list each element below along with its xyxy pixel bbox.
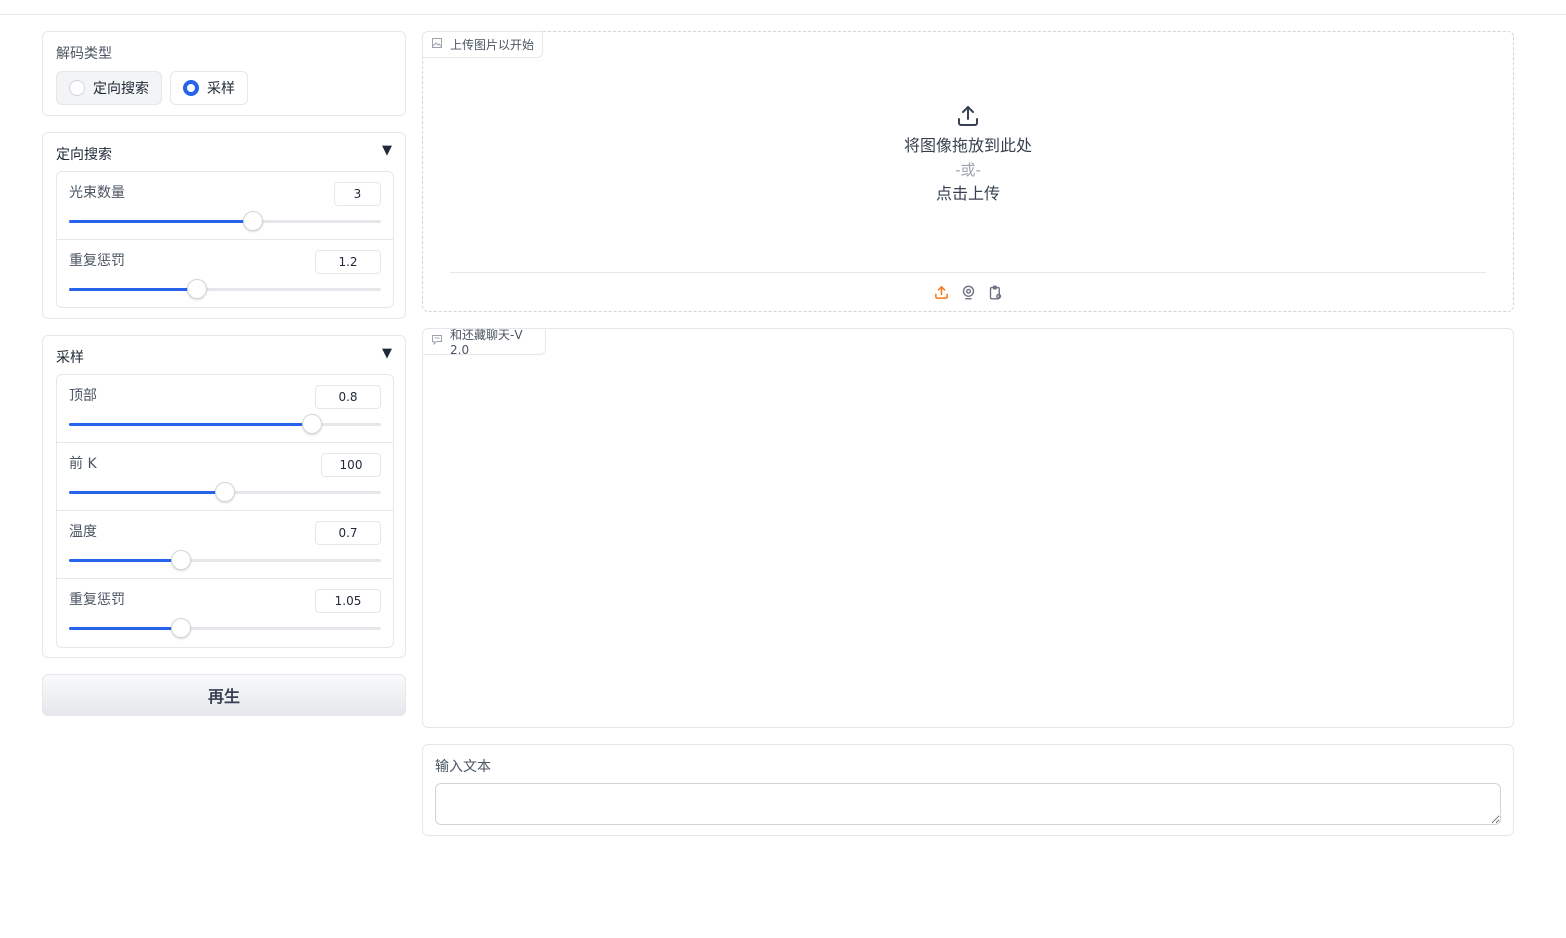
upload-source-icon[interactable] <box>933 284 950 301</box>
drop-image-text: 将图像拖放到此处 <box>903 136 1032 155</box>
slider-label: 重复惩罚 <box>69 592 125 608</box>
image-upload-area[interactable]: 上传图片以开始 将图像拖放到此处 -或- 点击上传 <box>422 31 1514 312</box>
number-input[interactable]: 1.05 <box>315 589 381 613</box>
radio-beam-search[interactable]: 定向搜索 <box>56 71 162 105</box>
beam-search-sliders: 光束数量 3 重复惩罚 1.2 <box>56 171 394 308</box>
radio-sampling[interactable]: 采样 <box>170 71 248 105</box>
slider-thumb[interactable] <box>186 279 207 299</box>
webcam-icon[interactable] <box>960 284 977 301</box>
radio-dot[interactable] <box>69 80 85 96</box>
slider-label: 前 K <box>69 456 97 472</box>
text-input-label: 输入文本 <box>435 759 491 775</box>
chatbot-label-text: 和还藏聊天-V 2.0 <box>450 328 523 357</box>
decoding-type-group: 解码类型 定向搜索 采样 <box>42 31 406 116</box>
slider-top-k: 前 K 100 <box>57 443 393 511</box>
sampling-accordion-title[interactable]: 采样 <box>56 347 84 367</box>
slider-thumb[interactable] <box>171 618 192 638</box>
decoding-type-label: 解码类型 <box>56 46 112 62</box>
sampling-sliders: 顶部 0.8 前 K 100 温度 0.7 重复惩罚 1.05 <box>56 374 394 648</box>
slider-fill <box>69 220 254 223</box>
slider-track[interactable] <box>69 618 381 638</box>
slider-top-p: 顶部 0.8 <box>57 375 393 443</box>
divider <box>450 272 1486 273</box>
slider-track[interactable] <box>69 279 381 299</box>
collapse-arrow-icon[interactable]: ▼ <box>382 143 392 158</box>
chat-bubble-icon <box>432 335 442 348</box>
clipboard-icon[interactable] <box>987 284 1004 301</box>
upload-source-selector <box>423 284 1513 301</box>
chatbot-label: 和还藏聊天-V 2.0 <box>422 328 546 357</box>
slider-track[interactable] <box>69 550 381 570</box>
slider-repetition-penalty: 重复惩罚 1.2 <box>57 240 393 307</box>
slider-temperature: 温度 0.7 <box>57 511 393 579</box>
slider-track[interactable] <box>69 211 381 231</box>
beam-search-accordion-title[interactable]: 定向搜索 <box>56 144 112 164</box>
number-input[interactable]: 0.7 <box>315 521 381 545</box>
text-input[interactable] <box>435 783 1501 825</box>
slider-label: 温度 <box>69 524 97 540</box>
upload-icon <box>958 106 978 126</box>
slider-label: 顶部 <box>69 388 97 404</box>
slider-thumb[interactable] <box>171 550 192 570</box>
slider-fill <box>69 423 313 426</box>
slider-label: 光束数量 <box>69 185 125 201</box>
slider-thumb[interactable] <box>215 482 235 502</box>
sampling-accordion: 采样 ▼ 顶部 0.8 前 K 100 温度 0.7 重复惩罚 1.05 <box>42 335 406 658</box>
beam-search-accordion: 定向搜索 ▼ 光束数量 3 重复惩罚 1.2 <box>42 132 406 319</box>
number-input[interactable]: 1.2 <box>315 250 381 274</box>
slider-track[interactable] <box>69 482 381 502</box>
regenerate-button[interactable]: 再生 <box>42 674 406 716</box>
collapse-arrow-icon[interactable]: ▼ <box>382 346 392 361</box>
number-input[interactable]: 3 <box>334 182 381 206</box>
radio-sampling-label: 采样 <box>207 81 235 97</box>
radio-dot-checked[interactable] <box>183 80 199 96</box>
slider-fill <box>69 627 182 630</box>
slider-repetition-penalty-sampling: 重复惩罚 1.05 <box>57 579 393 647</box>
upload-block-label-text: 上传图片以开始 <box>450 38 535 52</box>
chatbot-panel: 和还藏聊天-V 2.0 <box>422 328 1514 728</box>
click-upload-text: 点击上传 <box>935 184 1000 203</box>
text-input-group: 输入文本 <box>422 744 1514 836</box>
slider-fill <box>69 288 197 291</box>
top-header-strip <box>0 0 1566 15</box>
slider-label: 重复惩罚 <box>69 253 125 269</box>
slider-thumb[interactable] <box>302 414 323 434</box>
number-input[interactable]: 0.8 <box>315 385 381 409</box>
slider-thumb[interactable] <box>243 211 264 231</box>
number-input[interactable]: 100 <box>321 453 381 477</box>
upload-block-label: 上传图片以开始 <box>422 31 543 58</box>
upload-dropzone[interactable]: 将图像拖放到此处 -或- 点击上传 <box>423 104 1513 206</box>
or-text: -或- <box>955 161 981 179</box>
radio-beam-search-label: 定向搜索 <box>93 81 149 97</box>
slider-fill <box>69 559 182 562</box>
image-icon <box>432 38 442 51</box>
slider-fill <box>69 491 225 494</box>
slider-num-beams: 光束数量 3 <box>57 172 393 240</box>
slider-track[interactable] <box>69 414 381 434</box>
